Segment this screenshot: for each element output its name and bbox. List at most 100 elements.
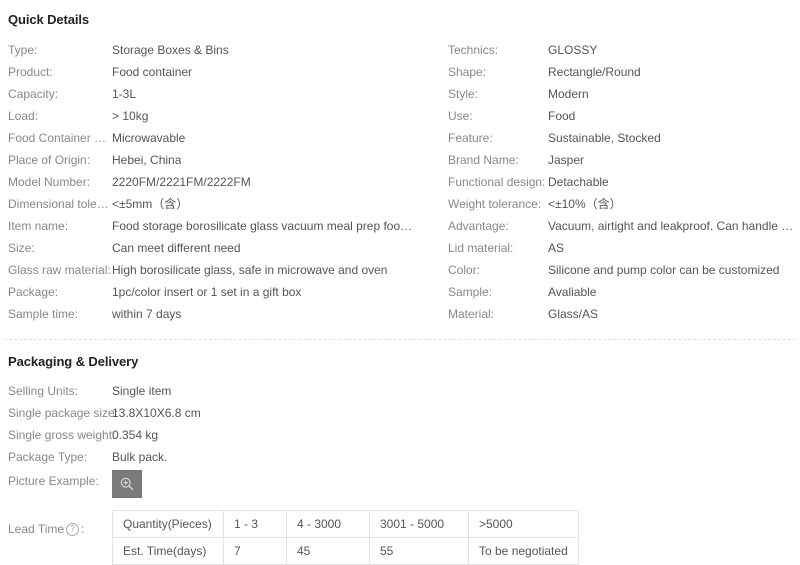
lead-time-colon: : — [81, 522, 85, 536]
spec-row: Food Container Fea… Microwavable — [8, 127, 448, 149]
packaging-delivery-heading: Packaging & Delivery — [8, 354, 139, 369]
spec-label: Package: — [8, 285, 59, 299]
lead-time-row-header: Quantity(Pieces) — [112, 510, 224, 538]
lead-time-days-cell: 55 — [369, 537, 469, 565]
packaging-row: Package Type: Bulk pack. — [8, 446, 800, 468]
spec-row: Glass raw material: High borosilicate gl… — [8, 259, 448, 281]
packaging-row: Selling Units: Single item — [8, 380, 800, 402]
spec-row: Item name: Food storage borosilicate gla… — [8, 215, 448, 237]
spec-value: <±10%（含） — [548, 197, 622, 211]
spec-row: Shape: Rectangle/Round — [448, 61, 800, 83]
spec-value: 2220FM/2221FM/2222FM — [112, 175, 251, 189]
packaging-value: Single item — [112, 384, 172, 398]
spec-row: Color: Silicone and pump color can be cu… — [448, 259, 800, 281]
spec-value: Food storage borosilicate glass vacuum m… — [112, 219, 418, 233]
spec-row: Brand Name: Jasper — [448, 149, 800, 171]
lead-time-quantity-cell: 3001 - 5000 — [369, 510, 469, 538]
spec-value: Glass/AS — [548, 307, 599, 321]
packaging-value: Bulk pack. — [112, 450, 168, 464]
picture-example-thumbnail[interactable] — [112, 470, 142, 498]
spec-label: Functional design: — [448, 175, 546, 189]
lead-time-label: Lead Time — [8, 522, 65, 536]
spec-value: Jasper — [548, 153, 585, 167]
spec-row: Use: Food — [448, 105, 800, 127]
quick-details-heading: Quick Details — [8, 12, 90, 27]
spec-label: Item name: — [8, 219, 69, 233]
spec-value: GLOSSY — [548, 43, 598, 57]
packaging-label: Single package size: — [8, 406, 119, 420]
lead-time-label-wrapper: Lead Time ? : — [8, 510, 112, 540]
spec-value: Rectangle/Round — [548, 65, 641, 79]
packaging-delivery-section: Packaging & Delivery Selling Units: Sing… — [0, 340, 800, 565]
spec-value: High borosilicate glass, safe in microwa… — [112, 263, 388, 277]
lead-time-quantity-cell: >5000 — [468, 510, 579, 538]
lead-time-days-cell: To be negotiated — [468, 537, 579, 565]
quick-details-left-column: Type: Storage Boxes & Bins Product: Food… — [8, 39, 448, 325]
spec-value: Food container — [112, 65, 193, 79]
spec-value: Avaliable — [548, 285, 597, 299]
spec-value: 1-3L — [112, 87, 137, 101]
table-row: Quantity(Pieces) 1 - 3 4 - 3000 3001 - 5… — [112, 510, 579, 538]
spec-value: Can meet different need — [112, 241, 241, 255]
spec-value: <±5mm（含） — [112, 197, 189, 211]
spec-label: Color: — [448, 263, 481, 277]
spec-row: Technics: GLOSSY — [448, 39, 800, 61]
spec-row: Sample: Avaliable — [448, 281, 800, 303]
spec-value: Food — [548, 109, 576, 123]
spec-value: AS — [548, 241, 565, 255]
help-question-icon[interactable]: ? — [66, 522, 80, 536]
spec-value: 1pc/color insert or 1 set in a gift box — [112, 285, 302, 299]
spec-value: Vacuum, airtight and leakproof. Can hand… — [548, 219, 798, 233]
spec-row: Model Number: 2220FM/2221FM/2222FM — [8, 171, 448, 193]
spec-label: Model Number: — [8, 175, 91, 189]
spec-label: Sample: — [448, 285, 493, 299]
spec-label: Lid material: — [448, 241, 514, 255]
spec-row: Capacity: 1-3L — [8, 83, 448, 105]
spec-label: Technics: — [448, 43, 499, 57]
spec-row: Load: > 10kg — [8, 105, 448, 127]
spec-row: Sample time: within 7 days — [8, 303, 448, 325]
spec-row: Type: Storage Boxes & Bins — [8, 39, 448, 61]
spec-row: Feature: Sustainable, Stocked — [448, 127, 800, 149]
spec-row: Package: 1pc/color insert or 1 set in a … — [8, 281, 448, 303]
packaging-row: Single package size: 13.8X10X6.8 cm — [8, 402, 800, 424]
spec-label: Brand Name: — [448, 153, 519, 167]
lead-time-days-cell: 7 — [223, 537, 287, 565]
packaging-label: Single gross weight: — [8, 428, 116, 442]
spec-label: Size: — [8, 241, 35, 255]
zoom-in-icon — [119, 476, 135, 492]
spec-label: Use: — [448, 109, 473, 123]
spec-row: Lid material: AS — [448, 237, 800, 259]
quick-details-columns: Type: Storage Boxes & Bins Product: Food… — [8, 39, 800, 325]
spec-label: Capacity: — [8, 87, 59, 101]
spec-value: within 7 days — [112, 307, 182, 321]
packaging-value: 0.354 kg — [112, 428, 159, 442]
packaging-label: Selling Units: — [8, 384, 79, 398]
spec-value: Modern — [548, 87, 589, 101]
picture-example-label: Picture Example: — [8, 474, 99, 488]
spec-row: Size: Can meet different need — [8, 237, 448, 259]
spec-row: Place of Origin: Hebei, China — [8, 149, 448, 171]
spec-label: Product: — [8, 65, 53, 79]
spec-value: Storage Boxes & Bins — [112, 43, 229, 57]
spec-label: Type: — [8, 43, 38, 57]
spec-row: Product: Food container — [8, 61, 448, 83]
spec-value: Detachable — [548, 175, 609, 189]
spec-label: Material: — [448, 307, 495, 321]
quick-details-right-column: Technics: GLOSSY Shape: Rectangle/Round … — [448, 39, 800, 325]
spec-value: Microwavable — [112, 131, 186, 145]
packaging-row: Single gross weight: 0.354 kg — [8, 424, 800, 446]
spec-row: Functional design: Detachable — [448, 171, 800, 193]
lead-time-table: Quantity(Pieces) 1 - 3 4 - 3000 3001 - 5… — [112, 510, 579, 565]
spec-label: Weight tolerance: — [448, 197, 542, 211]
lead-time-row-header: Est. Time(days) — [112, 537, 224, 565]
quick-details-section: Quick Details Type: Storage Boxes & Bins… — [0, 0, 800, 325]
spec-label: Food Container Fea… — [8, 131, 112, 145]
spec-row: Weight tolerance: <±10%（含） — [448, 193, 800, 215]
packaging-label: Package Type: — [8, 450, 88, 464]
lead-time-days-cell: 45 — [286, 537, 370, 565]
spec-label: Sample time: — [8, 307, 79, 321]
lead-time-quantity-cell: 4 - 3000 — [286, 510, 370, 538]
spec-label: Shape: — [448, 65, 487, 79]
spec-value: Silicone and pump color can be customize… — [548, 263, 780, 277]
